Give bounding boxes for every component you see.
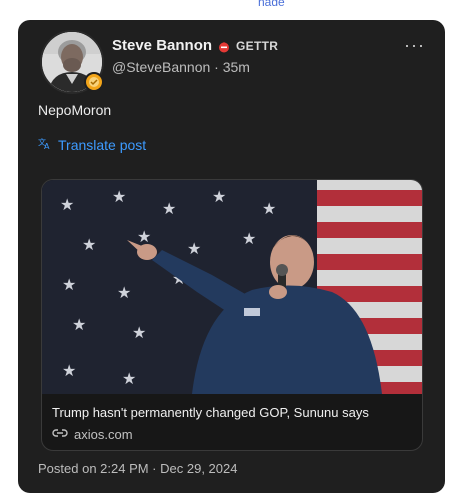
svg-text:★: ★ xyxy=(242,231,256,248)
gettr-logo-icon xyxy=(218,40,230,52)
author-row: Steve Bannon GETTR xyxy=(112,37,278,54)
platform-label: GETTR xyxy=(236,38,279,53)
svg-text:A: A xyxy=(44,142,50,150)
svg-text:★: ★ xyxy=(262,201,276,218)
svg-text:★: ★ xyxy=(82,237,96,254)
svg-text:★: ★ xyxy=(60,197,74,214)
link-domain: axios.com xyxy=(74,427,133,442)
svg-text:★: ★ xyxy=(122,371,136,388)
svg-text:★: ★ xyxy=(132,325,146,342)
post-card[interactable]: Steve Bannon GETTR @SteveBannon · 35m ··… xyxy=(18,20,445,493)
svg-text:★: ★ xyxy=(72,317,86,334)
svg-text:★: ★ xyxy=(62,277,76,294)
top-page-strip: nage xyxy=(0,0,463,22)
link-icon xyxy=(52,427,68,442)
posted-timestamp: Posted on 2:24 PM · Dec 29, 2024 xyxy=(38,461,238,476)
svg-text:★: ★ xyxy=(112,189,126,206)
link-preview-image: ★ ★ ★ ★ ★ ★ ★ ★ ★ ★ ★ ★ ★ ★ ★ ★ xyxy=(42,180,422,394)
svg-text:★: ★ xyxy=(162,201,176,218)
svg-text:★: ★ xyxy=(62,363,76,380)
more-icon[interactable]: ··· xyxy=(404,36,425,54)
svg-text:★: ★ xyxy=(137,229,151,246)
link-preview-title[interactable]: Trump hasn't permanently changed GOP, Su… xyxy=(52,405,369,420)
post-text: NepoMoron xyxy=(38,102,112,118)
translate-icon: 文 A xyxy=(38,136,52,153)
translate-post-button[interactable]: 文 A Translate post xyxy=(38,136,146,153)
verified-badge-icon xyxy=(84,72,104,92)
author-handle-time: @SteveBannon · 35m xyxy=(112,59,250,75)
link-preview-card[interactable]: ★ ★ ★ ★ ★ ★ ★ ★ ★ ★ ★ ★ ★ ★ ★ ★ Trump ha… xyxy=(41,179,423,451)
translate-label: Translate post xyxy=(58,136,147,153)
svg-text:★: ★ xyxy=(212,189,226,206)
svg-text:★: ★ xyxy=(187,241,201,258)
author-display-name[interactable]: Steve Bannon xyxy=(112,37,212,54)
link-preview-domain-row[interactable]: axios.com xyxy=(52,427,133,442)
svg-text:★: ★ xyxy=(117,285,131,302)
top-link-hint[interactable]: nage xyxy=(258,0,285,6)
